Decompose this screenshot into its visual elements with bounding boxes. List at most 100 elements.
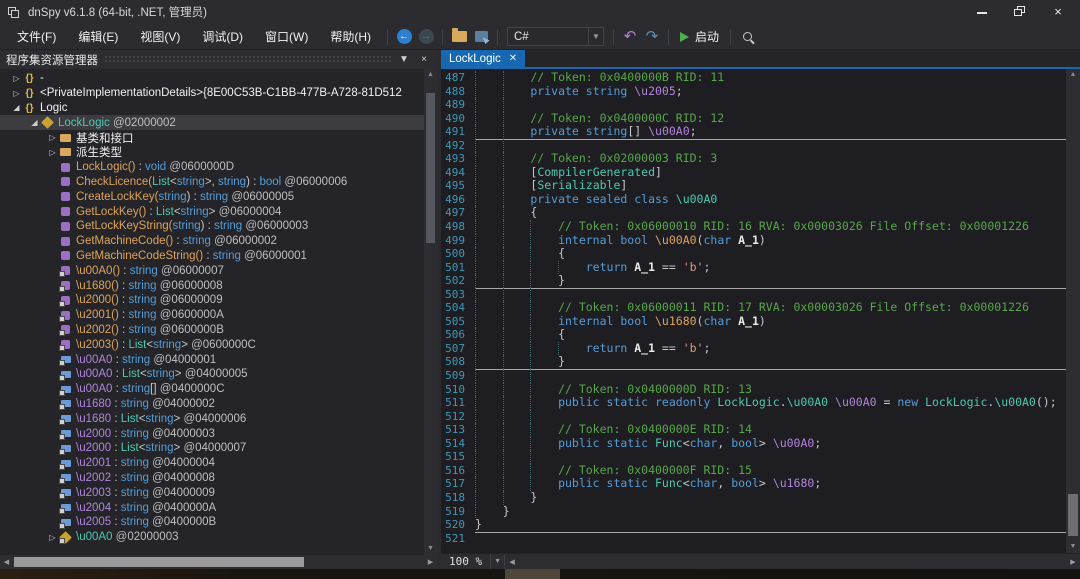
menu-view[interactable]: 视图(V) (129, 24, 191, 49)
tree-item-label: LockLogic() : void @0600000D (76, 161, 234, 173)
tree-item[interactable]: CheckLicence(List<string>, string) : boo… (0, 175, 424, 190)
tree-item-label: \u2000 : string @04000003 (76, 428, 215, 440)
tree-item[interactable]: LockLogic() : void @0600000D (0, 160, 424, 175)
tree-vertical-scrollbar[interactable]: ▲ ▼ (424, 69, 437, 555)
panel-close-icon[interactable]: × (417, 54, 431, 65)
tree-item[interactable]: \u2004 : string @0400000A (0, 500, 424, 515)
menu-file[interactable]: 文件(F) (6, 24, 67, 49)
tree-item-label: 基类和接口 (76, 130, 134, 146)
start-button[interactable]: 启动 (674, 27, 725, 47)
taskbar-button[interactable] (505, 569, 560, 579)
indent-guide (503, 274, 531, 288)
scroll-up-icon[interactable]: ▲ (427, 69, 434, 81)
forward-icon: → (419, 29, 434, 44)
scroll-down-icon[interactable]: ▼ (1066, 541, 1080, 553)
tree-item[interactable]: \u2002 : string @04000008 (0, 471, 424, 486)
code-line: 512 (441, 410, 1066, 424)
indent-guide (530, 288, 558, 302)
tree-item[interactable]: GetMachineCode() : string @06000002 (0, 234, 424, 249)
tree-item[interactable]: GetLockKeyString(string) : string @06000… (0, 219, 424, 234)
scroll-down-icon[interactable]: ▼ (427, 543, 434, 555)
tree-item[interactable]: \u00A0 : List<string> @04000005 (0, 367, 424, 382)
tree-item[interactable]: \u2003() : List<string> @0600000C (0, 337, 424, 352)
language-value: C# (508, 31, 588, 43)
expander-icon[interactable]: ▷ (46, 133, 59, 142)
tree-item-label: GetLockKey() : List<string> @06000004 (76, 206, 281, 218)
expander-icon[interactable]: ▷ (46, 533, 59, 542)
tree-item[interactable]: \u1680() : string @06000008 (0, 278, 424, 293)
expander-icon[interactable]: ▷ (46, 148, 59, 157)
menu-edit[interactable]: 编辑(E) (67, 24, 129, 49)
tree-item[interactable]: \u2005 : string @0400000B (0, 515, 424, 530)
editor-vertical-scrollbar[interactable]: ▲ ▼ (1066, 69, 1080, 553)
expander-icon[interactable]: ▷ (10, 89, 23, 98)
scroll-left-icon[interactable]: ◀ (505, 558, 519, 566)
indent-guide (475, 477, 503, 491)
close-icon[interactable]: × (1052, 6, 1064, 18)
redo-icon: ↷ (646, 30, 659, 44)
tree-horizontal-scrollbar[interactable]: ◀ ▶ (0, 555, 437, 569)
scroll-right-icon[interactable]: ▶ (424, 558, 437, 566)
tree-item[interactable]: ▷ 基类和接口 (0, 130, 424, 145)
expander-icon[interactable]: ◢ (28, 118, 41, 127)
tree-item[interactable]: ◢{}Logic (0, 101, 424, 116)
line-number: 498 (441, 220, 475, 234)
menu-debug[interactable]: 调试(D) (191, 24, 254, 49)
line-number: 494 (441, 166, 475, 180)
tree-item[interactable]: \u2002() : string @0600000B (0, 323, 424, 338)
tree-item[interactable]: ▷{}<PrivateImplementationDetails>{8E00C5… (0, 86, 424, 101)
line-number: 500 (441, 247, 475, 261)
tab-close-icon[interactable]: ✕ (509, 53, 517, 64)
tree-item[interactable]: \u1680 : string @04000002 (0, 397, 424, 412)
tree-item[interactable]: GetMachineCodeString() : string @0600000… (0, 249, 424, 264)
zoom-combobox[interactable]: 100 % ▼ (441, 554, 505, 569)
redo-button[interactable]: ↷ (641, 27, 663, 47)
tree-item[interactable]: \u00A0() : string @06000007 (0, 263, 424, 278)
tree-item-label: \u1680 : List<string> @04000006 (76, 413, 246, 425)
scrollbar-thumb[interactable] (426, 93, 435, 243)
expander-icon[interactable]: ◢ (10, 103, 23, 112)
restore-icon[interactable] (1014, 6, 1026, 18)
indent-guide (475, 450, 503, 464)
tree-item[interactable]: ▷派生类型 (0, 145, 424, 160)
editor-horizontal-scrollbar[interactable]: ◀ ▶ (505, 554, 1080, 569)
tree-item[interactable]: CreateLockKey(string) : string @06000005 (0, 189, 424, 204)
search-button[interactable] (736, 27, 758, 47)
back-button[interactable]: ← (393, 27, 415, 47)
tree-item[interactable]: ◢LockLogic @02000002 (0, 115, 424, 130)
menu-window[interactable]: 窗口(W) (254, 24, 319, 49)
scroll-up-icon[interactable]: ▲ (1066, 69, 1080, 81)
undo-button[interactable]: ↶ (619, 27, 641, 47)
tree-item[interactable]: \u00A0 : string[] @0400000C (0, 382, 424, 397)
chevron-down-icon[interactable]: ▼ (490, 554, 504, 569)
tree-item[interactable]: \u2001() : string @0600000A (0, 308, 424, 323)
panel-menu-chevron-icon[interactable]: ▼ (397, 54, 411, 65)
scrollbar-thumb[interactable] (1068, 494, 1078, 536)
tree-item[interactable]: \u2000 : List<string> @04000007 (0, 441, 424, 456)
decompiled-code[interactable]: 487// Token: 0x0400000B RID: 11488privat… (441, 69, 1066, 553)
expander-icon[interactable]: ▷ (10, 74, 23, 83)
indent-guide (503, 437, 531, 451)
scroll-right-icon[interactable]: ▶ (1066, 558, 1080, 566)
tree-item[interactable]: \u2003 : string @04000009 (0, 485, 424, 500)
menu-help[interactable]: 帮助(H) (319, 24, 382, 49)
tree-item[interactable]: \u2000 : string @04000003 (0, 426, 424, 441)
chevron-down-icon[interactable]: ▼ (588, 28, 603, 45)
tree-item[interactable]: ▷\u00A0 @02000003 (0, 530, 424, 545)
minimize-icon[interactable] (976, 6, 988, 18)
tree-item[interactable]: GetLockKey() : List<string> @06000004 (0, 204, 424, 219)
forward-button[interactable]: → (415, 27, 437, 47)
indent-guide (503, 491, 531, 505)
reload-modules-button[interactable] (470, 27, 492, 47)
scrollbar-thumb[interactable] (14, 557, 304, 567)
assembly-explorer-panel: 程序集资源管理器 ▼ × ▷{}-▷{}<PrivateImplementati… (0, 50, 437, 569)
scroll-left-icon[interactable]: ◀ (0, 558, 13, 566)
tree-item[interactable]: \u1680 : List<string> @04000006 (0, 411, 424, 426)
tree-item[interactable]: \u2000() : string @06000009 (0, 293, 424, 308)
tree-item[interactable]: \u00A0 : string @04000001 (0, 352, 424, 367)
tab-locklogic[interactable]: LockLogic ✕ (441, 50, 525, 67)
tree-item[interactable]: ▷{}- (0, 71, 424, 86)
open-button[interactable] (448, 27, 470, 47)
tree-item[interactable]: \u2001 : string @04000004 (0, 456, 424, 471)
language-combobox[interactable]: C# ▼ (507, 27, 604, 46)
